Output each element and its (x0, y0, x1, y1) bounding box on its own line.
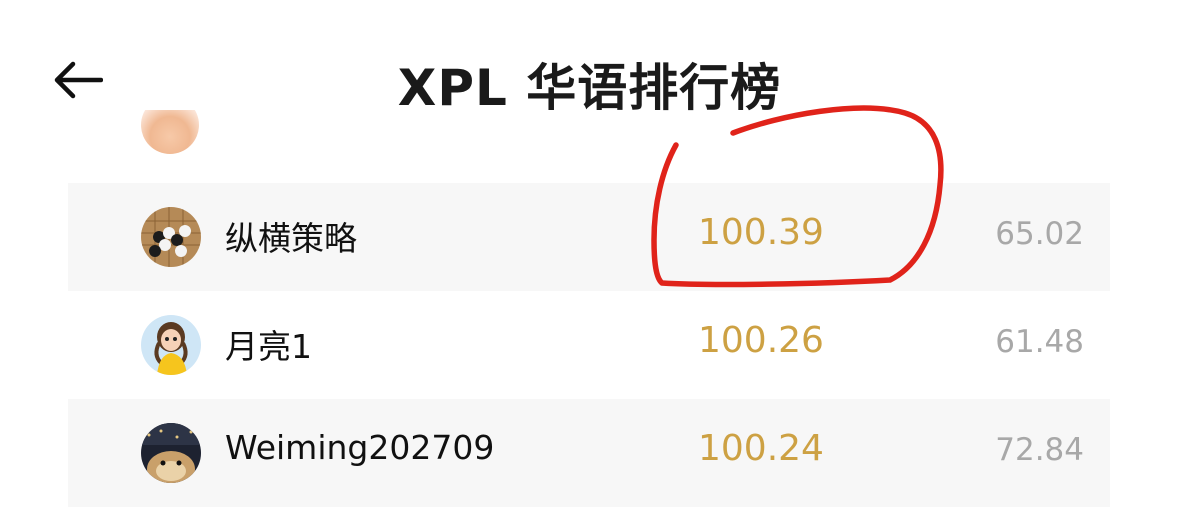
player-name: Weiming202709 (225, 428, 495, 467)
ranking-list: 纵横策略 100.39 65.02 月亮1 100.26 61.48 Weimi… (68, 183, 1110, 507)
score-value: 100.24 (698, 428, 824, 469)
secondary-value: 65.02 (995, 216, 1084, 252)
list-item[interactable]: Weiming202709 100.24 72.84 (68, 399, 1110, 507)
list-item[interactable]: 月亮1 100.26 61.48 (68, 291, 1110, 399)
list-item[interactable]: 纵横策略 100.39 65.02 (68, 183, 1110, 291)
score-value: 100.39 (698, 212, 824, 253)
score-value: 100.26 (698, 320, 824, 361)
avatar (141, 423, 201, 483)
secondary-value: 61.48 (995, 324, 1084, 360)
player-name: 月亮1 (225, 327, 312, 366)
secondary-value: 72.84 (995, 432, 1084, 468)
player-name: 纵横策略 (225, 219, 357, 258)
avatar (141, 207, 201, 267)
avatar (141, 315, 201, 375)
